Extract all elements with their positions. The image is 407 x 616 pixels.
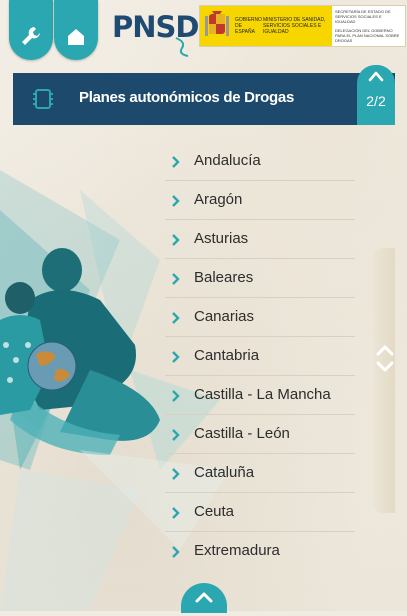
list-item-label: Baleares bbox=[194, 269, 254, 286]
list-item[interactable]: Cantabria bbox=[165, 337, 355, 376]
region-list: Andalucía Aragón Asturias Baleares Canar… bbox=[165, 142, 355, 570]
list-item-label: Castilla - León bbox=[194, 425, 290, 442]
chevron-right-icon bbox=[171, 428, 180, 446]
tools-button[interactable] bbox=[9, 0, 53, 60]
wrench-icon bbox=[20, 25, 42, 52]
list-item-label: Asturias bbox=[194, 230, 249, 247]
chip-icon bbox=[31, 87, 55, 116]
list-item-label: Extremadura bbox=[194, 542, 280, 559]
chevron-right-icon bbox=[171, 506, 180, 524]
chevron-right-icon bbox=[171, 233, 180, 251]
delegacion-label: DELEGACIÓN DEL GOBIERNO PARA EL PLAN NAC… bbox=[335, 28, 400, 43]
page-indicator: 2/2 bbox=[366, 93, 386, 109]
list-item-label: Cantabria bbox=[194, 347, 260, 364]
list-item-label: Cataluña bbox=[194, 464, 255, 481]
pnsd-logo: PNSD bbox=[112, 6, 199, 57]
chevron-right-icon bbox=[171, 545, 180, 563]
page-up-button[interactable]: 2/2 bbox=[357, 65, 395, 125]
secretaria-label: SECRETARÍA DE ESTADO DE SERVICIOS SOCIAL… bbox=[335, 9, 391, 24]
home-icon bbox=[66, 27, 86, 52]
list-item[interactable]: Ceuta bbox=[165, 493, 355, 532]
chevron-right-icon bbox=[171, 350, 180, 368]
page-title: Planes autonómicos de Drogas bbox=[79, 89, 294, 106]
list-item-label: Ceuta bbox=[194, 503, 235, 520]
list-item[interactable]: Extremadura bbox=[165, 532, 355, 570]
chevron-right-icon bbox=[171, 389, 180, 407]
section-title-bar: Planes autonómicos de Drogas bbox=[13, 73, 395, 125]
app-header: PNSD GOBIERNO DE ESPAÑA MINISTERIO DE SA… bbox=[0, 0, 407, 66]
scrollbar-track[interactable] bbox=[373, 248, 395, 513]
list-item[interactable]: Cataluña bbox=[165, 454, 355, 493]
list-item[interactable]: Asturias bbox=[165, 220, 355, 259]
chevron-right-icon bbox=[171, 311, 180, 329]
list-item-label: Andalucía bbox=[194, 152, 261, 169]
scroll-down-icon[interactable] bbox=[376, 361, 394, 372]
chevron-up-icon bbox=[368, 69, 384, 87]
chevron-right-icon bbox=[171, 155, 180, 173]
coat-of-arms-icon bbox=[203, 10, 231, 42]
list-item-label: Castilla - La Mancha bbox=[194, 386, 331, 403]
list-item-label: Aragón bbox=[194, 191, 243, 208]
scroll-arrows[interactable] bbox=[375, 343, 395, 380]
list-item[interactable]: Castilla - León bbox=[165, 415, 355, 454]
ministry-label: MINISTERIO DE SANIDAD, SERVICIOS SOCIALE… bbox=[263, 17, 326, 35]
chevron-right-icon bbox=[171, 467, 180, 485]
list-item[interactable]: Aragón bbox=[165, 181, 355, 220]
ministry-logo: GOBIERNO DE ESPAÑA MINISTERIO DE SANIDAD… bbox=[199, 5, 406, 47]
list-item[interactable]: Andalucía bbox=[165, 142, 355, 181]
chevron-right-icon bbox=[171, 272, 180, 290]
scroll-up-icon[interactable] bbox=[376, 345, 394, 356]
gobierno-label: GOBIERNO DE ESPAÑA bbox=[235, 17, 262, 35]
list-item[interactable]: Castilla - La Mancha bbox=[165, 376, 355, 415]
list-item[interactable]: Baleares bbox=[165, 259, 355, 298]
home-button[interactable] bbox=[54, 0, 98, 60]
chevron-up-icon bbox=[194, 590, 214, 609]
logo-swirl-icon bbox=[175, 37, 189, 57]
list-item-label: Canarias bbox=[194, 308, 255, 325]
chevron-right-icon bbox=[171, 194, 180, 212]
list-item[interactable]: Canarias bbox=[165, 298, 355, 337]
